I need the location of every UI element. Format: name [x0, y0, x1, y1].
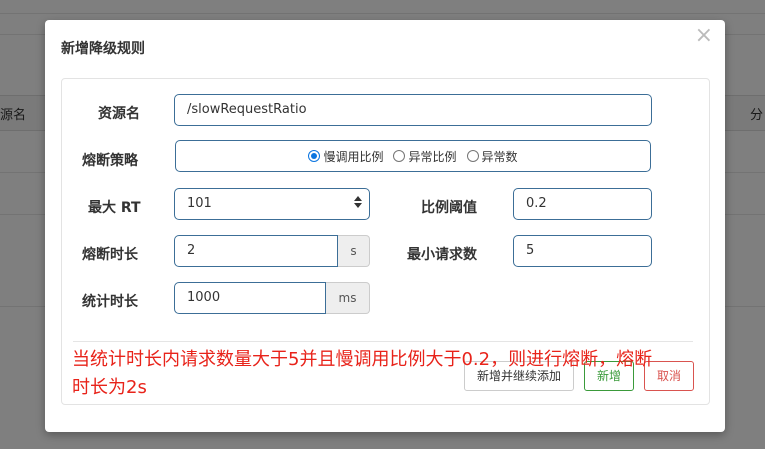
- radio-checked-icon[interactable]: [308, 150, 321, 162]
- annotation-text: 当统计时长内请求数量大于5并且慢调用比例大于0.2，则进行熔断，熔断时长为2s: [72, 349, 653, 398]
- strategy-radio-group: 慢调用比例 异常比例 异常数: [175, 140, 651, 172]
- ratio-threshold-label: 比例阈值: [421, 200, 477, 216]
- form-divider: [73, 341, 693, 342]
- dialog-title: 新增降级规则: [61, 41, 145, 57]
- strategy-option-slow-ratio[interactable]: 慢调用比例: [308, 148, 383, 165]
- max-rt-input[interactable]: 101: [174, 188, 370, 220]
- max-rt-label: 最大 RT: [88, 200, 141, 216]
- break-duration-input[interactable]: 2: [174, 235, 338, 267]
- resource-input[interactable]: /slowRequestRatio: [174, 94, 652, 126]
- break-duration-unit: s: [338, 235, 370, 267]
- radio-unchecked-icon[interactable]: [466, 150, 479, 162]
- strategy-option-label: 异常比例: [408, 149, 457, 164]
- strategy-option-error-ratio[interactable]: 异常比例: [393, 148, 457, 165]
- min-requests-input[interactable]: 5: [513, 235, 652, 267]
- radio-unchecked-icon[interactable]: [393, 150, 406, 162]
- break-duration-label: 熔断时长: [82, 247, 138, 263]
- ratio-threshold-input[interactable]: 0.2: [513, 188, 652, 220]
- strategy-label: 熔断策略: [82, 153, 138, 169]
- max-rt-value: 101: [187, 196, 212, 211]
- stat-duration-label: 统计时长: [82, 294, 138, 310]
- stat-duration-input[interactable]: 1000: [174, 282, 326, 314]
- close-icon[interactable]: ×: [695, 24, 713, 48]
- number-spinner-icon[interactable]: [353, 196, 363, 212]
- stat-duration-unit: ms: [326, 282, 370, 314]
- min-requests-label: 最小请求数: [407, 247, 477, 263]
- resource-label: 资源名: [98, 106, 140, 122]
- strategy-option-label: 异常数: [481, 149, 518, 164]
- strategy-option-error-count[interactable]: 异常数: [466, 148, 518, 165]
- strategy-option-label: 慢调用比例: [323, 149, 384, 164]
